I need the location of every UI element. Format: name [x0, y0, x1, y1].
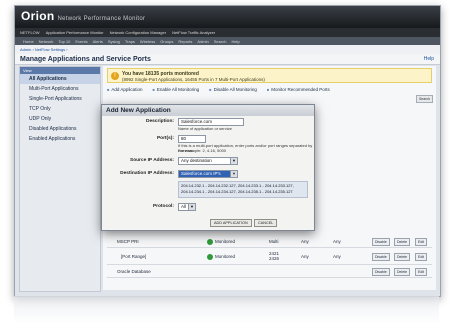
nav-wireless[interactable]: Wireless [140, 39, 155, 44]
description-hint: Name of application or service [178, 126, 232, 131]
source-ip-value: Any destination [181, 158, 212, 163]
app-window: Orion Network Performance Monitor NETFLOW… [14, 5, 441, 297]
sidebar-header: View [20, 67, 100, 74]
dest-ip-select[interactable]: Salesforce.com IP's ▼ [178, 170, 238, 178]
alert-detail: (8992 Single-Port Applications, 16455 Po… [122, 77, 265, 82]
protocol-value: All [181, 204, 187, 209]
app-name-cell[interactable]: [Port Range] [121, 254, 146, 259]
nav-apm[interactable]: Application Performance Monitor [46, 30, 104, 35]
check-icon [207, 254, 213, 260]
edit-button[interactable]: Edit [415, 253, 428, 261]
dest-cell: Any [333, 254, 341, 259]
breadcrumb[interactable]: Admin › NetFlow Settings › [15, 45, 440, 54]
edit-button[interactable]: Edit [415, 238, 428, 246]
sidebar-item-enabled[interactable]: Enabled Applications [20, 134, 100, 144]
nav-alerts[interactable]: Alerts [93, 39, 103, 44]
nav-help[interactable]: Help [231, 39, 239, 44]
sidebar-item-all[interactable]: All Applications [20, 74, 100, 84]
source-ip-select[interactable]: Any destination ▼ [178, 157, 238, 165]
chevron-down-icon: ▼ [230, 171, 237, 177]
add-application-button[interactable]: ADD APPLICATION [210, 219, 252, 227]
dest-ip-label: Destination IP Address: [120, 171, 174, 176]
source-cell: Any [301, 239, 309, 244]
nav-groups[interactable]: Groups [160, 39, 173, 44]
app-header: Orion Network Performance Monitor [15, 6, 440, 28]
status-cell: Monitored [207, 239, 235, 245]
protocol-label: Protocol: [152, 204, 174, 209]
dialog-title: Add New Application [102, 105, 314, 116]
search-button[interactable]: Search [416, 95, 433, 103]
chevron-down-icon: ▼ [188, 204, 195, 210]
app-name: Orion [21, 9, 55, 23]
sidebar-item-tcp[interactable]: TCP Only [20, 104, 100, 114]
check-icon [207, 239, 213, 245]
add-application-button[interactable]: Add Application [107, 87, 142, 92]
table-row: Oracle Database Disable Delete Edit [107, 266, 432, 278]
screenshot-reflection [14, 296, 439, 324]
ports-example: For example: 2, 4-16, 5000 [178, 148, 227, 153]
toolbar: Add Application Enable All Monitoring Di… [107, 85, 432, 93]
help-link[interactable]: Help [424, 56, 434, 62]
disable-button[interactable]: Disable [372, 253, 390, 261]
disable-all-button[interactable]: Disable All Monitoring [209, 87, 257, 92]
port-range-cell: 2421 2426 [269, 251, 280, 261]
status-cell: Monitored [207, 254, 235, 260]
source-ip-label: Source IP Address: [130, 158, 174, 163]
edit-button[interactable]: Edit [415, 268, 428, 276]
source-cell: Any [301, 254, 309, 259]
page-title: Manage Applications and Service Ports Hel… [15, 54, 440, 65]
status-text: Monitored [215, 239, 236, 245]
dest-cell: Any [333, 239, 341, 244]
add-application-dialog: Add New Application Description: Salesfo… [101, 104, 315, 231]
type-cell: Multi [269, 239, 279, 244]
status-text: Monitored [215, 254, 236, 260]
warning-icon: ! [111, 72, 119, 80]
sidebar-item-single-port[interactable]: Single-Port Applications [20, 94, 100, 104]
ports-input[interactable]: 80 [178, 135, 206, 143]
protocol-select[interactable]: All ▼ [178, 203, 196, 211]
disable-button[interactable]: Disable [372, 268, 390, 276]
nav-ncm[interactable]: Network Configuration Manager [110, 30, 166, 35]
sidebar-item-udp[interactable]: UDP Only [20, 114, 100, 124]
delete-button[interactable]: Delete [394, 253, 411, 261]
enable-all-button[interactable]: Enable All Monitoring [152, 87, 199, 92]
app-name-cell[interactable]: MSCP PRI [117, 239, 139, 244]
ports-alert: ! You have 18135 ports monitored (8992 S… [107, 68, 432, 83]
cancel-button[interactable]: CANCEL [254, 219, 278, 227]
ports-label: Port(s): [156, 136, 174, 141]
dest-ip-value: Salesforce.com IP's [181, 171, 221, 176]
nav-events[interactable]: Events [75, 39, 87, 44]
nav-nta[interactable]: NetFlow Traffic Analyzer [172, 30, 215, 35]
nav-home[interactable]: Home [23, 39, 34, 44]
sidebar: View All Applications Multi-Port Applica… [19, 66, 101, 292]
nav-reports[interactable]: Reports [178, 39, 192, 44]
delete-button[interactable]: Delete [394, 268, 411, 276]
app-name-cell[interactable]: Oracle Database [117, 269, 151, 274]
description-input[interactable]: Salesforce.com [178, 118, 244, 126]
product-nav: NETFLOW Application Performance Monitor … [15, 28, 440, 37]
page-title-text: Manage Applications and Service Ports [20, 56, 151, 63]
nav-admin[interactable]: Admin [197, 39, 208, 44]
nav-top10[interactable]: Top 10 [58, 39, 70, 44]
chevron-down-icon: ▼ [230, 158, 237, 164]
app-brand: Orion Network Performance Monitor [21, 9, 145, 23]
main-nav: Home Network Top 10 Events Alerts Syslog… [15, 37, 440, 45]
delete-button[interactable]: Delete [394, 238, 411, 246]
nav-traps[interactable]: Traps [125, 39, 135, 44]
nav-search[interactable]: Search [214, 39, 227, 44]
nav-network[interactable]: Network [39, 39, 54, 44]
sidebar-item-disabled[interactable]: Disabled Applications [20, 124, 100, 134]
ip-range-list: 204.14.232.1 - 204.14.232.127, 204.14.23… [178, 181, 308, 198]
app-subtitle: Network Performance Monitor [57, 16, 146, 22]
table-row: [Port Range] Monitored 2421 2426 Any Any… [107, 249, 432, 265]
sidebar-item-multi-port[interactable]: Multi-Port Applications [20, 84, 100, 94]
table-row: MSCP PRI Monitored Multi Any Any Disable… [107, 236, 432, 248]
disable-button[interactable]: Disable [372, 238, 390, 246]
nav-netflow[interactable]: NETFLOW [20, 30, 40, 35]
nav-syslog[interactable]: Syslog [108, 39, 120, 44]
description-label: Description: [146, 119, 174, 124]
monitor-recommended-button[interactable]: Monitor Recommended Ports [267, 87, 330, 92]
